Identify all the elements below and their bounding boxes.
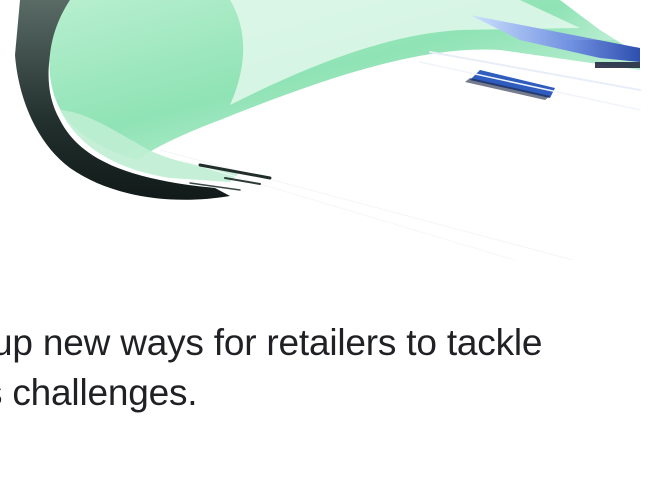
article-text: up new ways for retailers to tackle s ch… — [0, 318, 648, 418]
abstract-3d-graphic-icon — [15, 0, 648, 260]
page: up new ways for retailers to tackle s ch… — [0, 0, 648, 489]
dark-streak-right — [595, 62, 640, 68]
article-line: up new ways for retailers to tackle — [0, 322, 543, 363]
article-line: s challenges. — [0, 372, 198, 413]
